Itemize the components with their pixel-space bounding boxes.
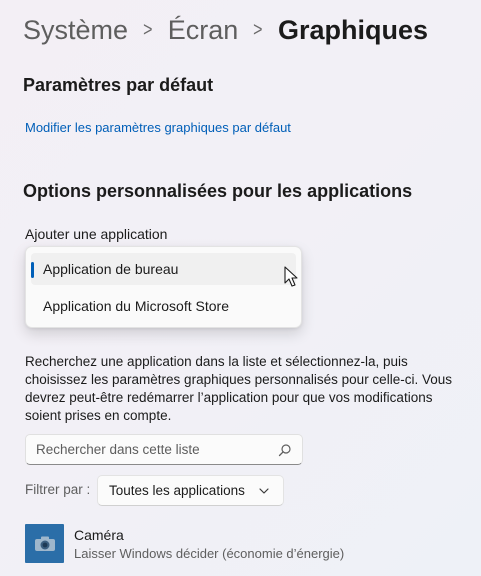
app-name: Caméra	[74, 527, 124, 543]
chevron-right-icon: >	[143, 19, 153, 41]
chevron-right-icon: >	[253, 19, 263, 41]
instructions-text: Recherchez une application dans la liste…	[25, 354, 452, 423]
camera-icon	[25, 524, 64, 563]
list-item[interactable]: Caméra Laisser Windows décider (économie…	[25, 524, 465, 568]
breadcrumb-item-systeme[interactable]: Système	[23, 12, 128, 48]
chevron-down-icon	[259, 487, 269, 494]
section-title-defaults: Paramètres par défaut	[23, 75, 214, 95]
mouse-cursor-icon	[284, 266, 298, 287]
app-graphics-setting: Laisser Windows décider (économie d’éner…	[74, 546, 345, 561]
option-label: Application du Microsoft Store	[43, 298, 229, 314]
app-type-dropdown-menu: Application de bureau Application du Mic…	[25, 246, 302, 328]
page-title: Graphiques	[277, 15, 428, 45]
option-label: Application de bureau	[43, 261, 179, 277]
option-desktop-app[interactable]: Application de bureau	[31, 253, 296, 285]
filter-dropdown[interactable]: Toutes les applications	[97, 475, 284, 506]
search-input[interactable]	[26, 442, 278, 457]
option-store-app[interactable]: Application du Microsoft Store	[31, 290, 296, 322]
filter-label: Filtrer par :	[25, 482, 91, 497]
search-box	[25, 434, 303, 465]
section-title-custom-options: Options personnalisées pour les applicat…	[23, 181, 413, 201]
breadcrumb-item-ecran[interactable]: Écran	[168, 12, 239, 48]
selection-indicator	[31, 262, 34, 278]
default-graphics-settings-link[interactable]: Modifier les paramètres graphiques par d…	[25, 120, 291, 135]
filter-selected-value: Toutes les applications	[109, 483, 245, 498]
breadcrumb: Système > Écran > Graphiques	[23, 12, 428, 48]
search-icon[interactable]	[278, 443, 292, 457]
add-app-label: Ajouter une application	[25, 226, 168, 242]
